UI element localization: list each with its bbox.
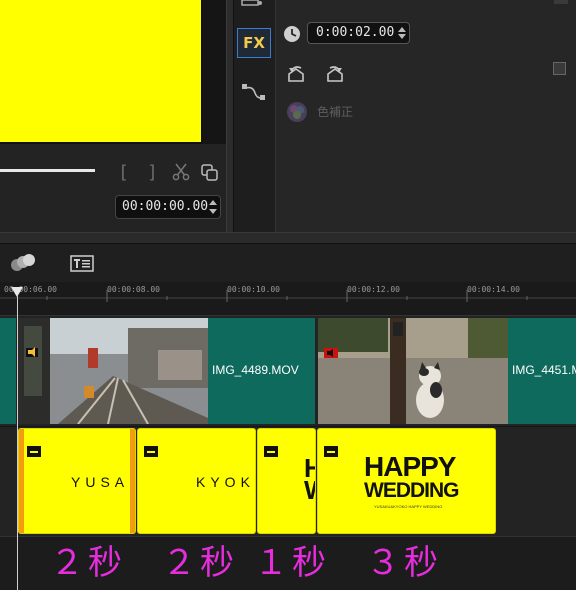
title-badge-icon <box>324 446 338 457</box>
video-clip-label: IMG_4489.MOV <box>212 363 299 377</box>
title-badge-icon <box>144 446 158 457</box>
preview-scrub-bar[interactable] <box>0 169 95 172</box>
duration-down-arrow-icon[interactable] <box>398 34 406 39</box>
rotate-right-icon[interactable] <box>320 65 346 85</box>
trim-handle-right[interactable] <box>130 429 135 533</box>
preview-timecode-field[interactable]: 00:00:00.00 <box>115 195 221 219</box>
color-correction-icon[interactable] <box>286 101 308 123</box>
video-clip-partial[interactable] <box>0 318 16 424</box>
duration-field[interactable]: 0:00:02.00 <box>307 22 410 44</box>
title-track-icon[interactable] <box>70 255 94 272</box>
fx-button[interactable]: FX <box>237 28 271 58</box>
panel-edge-stub <box>554 0 568 4</box>
title-clip[interactable]: YUSA <box>18 428 136 534</box>
title-clip-text: KYOK <box>196 474 255 490</box>
title-clip[interactable]: HAPPY WEDDING YUSAKU&KYOKO HAPPY WEDDING <box>317 428 496 534</box>
ruler-label: 00:00:14.00 <box>467 285 520 294</box>
title-clip[interactable]: H W <box>257 428 316 534</box>
motion-path-icon[interactable] <box>241 82 267 104</box>
mark-in-button[interactable]: [ <box>118 162 129 183</box>
title-badge-icon <box>264 446 278 457</box>
panel-divider-horizontal[interactable] <box>0 232 576 244</box>
panel-divider-vertical[interactable] <box>226 0 234 232</box>
video-thumbnail-cat <box>318 318 508 424</box>
playhead-line[interactable] <box>17 296 18 590</box>
title-clip-caption: YUSAKU&KYOKO HAPPY WEDDING <box>374 504 443 509</box>
trim-handle-left[interactable] <box>19 429 24 533</box>
copy-icon[interactable] <box>201 164 219 182</box>
duration-annotation: ２秒 <box>162 543 238 583</box>
scissors-icon[interactable] <box>172 163 190 181</box>
video-thumbnail-station <box>18 318 208 424</box>
video-clip-label: IMG_4451.MOV <box>512 363 576 377</box>
color-correction-label[interactable]: 色補正 <box>317 103 353 120</box>
duration-annotation: ２秒 <box>50 543 126 583</box>
rotate-left-icon[interactable] <box>285 65 311 85</box>
title-clip-text: YUSA <box>71 474 130 490</box>
title-clip-text: H W <box>304 455 315 503</box>
option-checkbox[interactable] <box>553 62 566 75</box>
ruler-label: 00:00:10.00 <box>227 285 280 294</box>
preview-frame-edge <box>203 0 226 144</box>
duration-up-arrow-icon[interactable] <box>398 27 406 32</box>
preview-timecode-value: 00:00:00.00 <box>122 199 209 214</box>
title-clip[interactable]: KYOK <box>137 428 256 534</box>
duration-value: 0:00:02.00 <box>316 25 395 40</box>
title-badge-icon <box>27 446 41 457</box>
title-clip-subheadline: WEDDING <box>364 479 459 502</box>
duration-annotation: ３秒 <box>366 543 442 583</box>
timecode-up-arrow-icon[interactable] <box>209 200 217 205</box>
mark-out-button[interactable]: ] <box>147 162 158 183</box>
ruler-label: 00:00:12.00 <box>347 285 400 294</box>
ruler-label: 00:00:08.00 <box>107 285 160 294</box>
timecode-down-arrow-icon[interactable] <box>209 209 217 214</box>
video-editor-window: [ ] 00:00:00.00 FX 0:00:02.00 色補正 00:00:… <box>0 0 576 590</box>
track-manager-icon[interactable] <box>8 253 38 273</box>
preview-screen[interactable] <box>0 0 203 144</box>
panel-tab-icon[interactable] <box>240 0 264 8</box>
clock-icon <box>284 26 300 42</box>
duration-annotation: １秒 <box>254 543 330 583</box>
